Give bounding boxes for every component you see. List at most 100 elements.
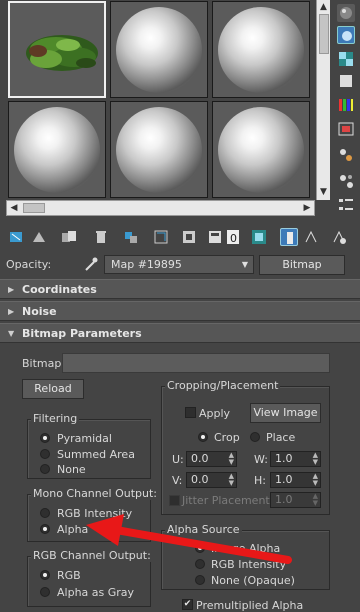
v-spinner[interactable]: 0.0 ▲ ▼ — [186, 472, 237, 488]
alpha-rgb-intensity-label: RGB Intensity — [211, 558, 287, 571]
radio-filter-none[interactable] — [40, 464, 50, 474]
radio-rgb[interactable] — [40, 570, 50, 580]
radio-pyramidal[interactable] — [40, 433, 50, 443]
apply-label: Apply — [199, 407, 231, 420]
u-spinner[interactable]: 0.0 ▲ ▼ — [186, 451, 237, 467]
apply-checkbox[interactable] — [185, 407, 196, 418]
map-name-dropdown[interactable]: Map #19895 ▼ — [104, 255, 254, 274]
eyedropper-icon[interactable] — [82, 255, 100, 273]
spinner-arrows-icon: ▲ ▼ — [228, 451, 234, 466]
h-spinner[interactable]: 1.0 ▲ ▼ — [270, 472, 321, 488]
view-image-button[interactable]: View Image — [250, 403, 321, 423]
rollout-noise[interactable]: ▶ Noise — [0, 301, 360, 321]
scroll-right-icon[interactable]: ▶ — [300, 202, 314, 214]
expand-arrow-icon: ▶ — [8, 285, 15, 294]
side-toolbar — [332, 0, 360, 220]
radio-mono-rgb-intensity[interactable] — [40, 508, 50, 518]
collapse-arrow-icon: ▼ — [8, 329, 15, 338]
rgb-channel-title: RGB Channel Output: — [31, 549, 153, 562]
assign-material-icon[interactable] — [60, 228, 78, 246]
filter-none-label: None — [57, 463, 86, 476]
jitter-placement-checkbox[interactable] — [169, 495, 180, 506]
filtering-title: Filtering — [31, 412, 80, 425]
slots-horizontal-scrollbar[interactable]: ◀ ▶ — [6, 200, 315, 216]
pick-material-from-object-icon[interactable] — [330, 228, 348, 246]
background-icon[interactable] — [337, 50, 355, 68]
radio-crop[interactable] — [198, 432, 208, 442]
go-to-parent-icon[interactable] — [280, 228, 298, 246]
sphere-preview — [116, 107, 202, 193]
map-name-value: Map #19895 — [111, 258, 182, 271]
reload-button[interactable]: Reload — [22, 379, 84, 399]
show-map-in-viewport-icon[interactable] — [206, 228, 224, 246]
v-value: 0.0 — [191, 473, 209, 486]
options-icon[interactable] — [337, 146, 355, 164]
material-slot-6[interactable] — [212, 101, 310, 198]
material-slot-3[interactable] — [212, 1, 310, 98]
sample-type-icon[interactable] — [337, 4, 355, 22]
spinner-arrows-icon: ▲ ▼ — [228, 472, 234, 487]
u-value: 0.0 — [191, 452, 209, 465]
chevron-down-icon: ▼ — [241, 260, 248, 269]
make-preview-icon[interactable] — [337, 120, 355, 138]
reset-map-icon[interactable] — [92, 228, 110, 246]
bitmap-label: Bitmap: — [22, 357, 66, 370]
radio-none-opaque[interactable] — [195, 575, 205, 585]
make-unique-icon[interactable] — [122, 228, 140, 246]
opacity-label: Opacity: — [6, 258, 52, 271]
radio-mono-alpha[interactable] — [40, 524, 50, 534]
get-material-icon[interactable] — [8, 228, 26, 246]
scroll-left-icon[interactable]: ◀ — [7, 202, 21, 214]
video-color-check-icon[interactable] — [337, 96, 355, 114]
backlight-icon[interactable] — [337, 26, 355, 44]
bitmap-path-button[interactable] — [62, 353, 330, 373]
material-navigator-icon[interactable] — [337, 196, 355, 214]
radio-image-alpha[interactable] — [195, 543, 205, 553]
scroll-thumb[interactable] — [319, 14, 329, 54]
go-forward-to-sibling-icon[interactable] — [302, 228, 320, 246]
rollout-bitmap-parameters[interactable]: ▼ Bitmap Parameters — [0, 323, 360, 343]
radio-place[interactable] — [250, 432, 260, 442]
show-shaded-material-icon[interactable] — [250, 228, 268, 246]
uv-tiling-icon[interactable] — [337, 72, 355, 90]
alpha-source-title: Alpha Source — [165, 523, 242, 536]
mono-channel-title: Mono Channel Output: — [31, 487, 159, 500]
rgb-channel-output-group: RGB Channel Output: RGB Alpha as Gray — [27, 549, 153, 607]
scroll-thumb[interactable] — [23, 203, 45, 213]
sphere-preview — [218, 7, 304, 93]
radio-alpha-as-gray[interactable] — [40, 587, 50, 597]
premultiplied-alpha-checkbox[interactable]: ✔ — [182, 599, 193, 610]
summed-area-label: Summed Area — [57, 448, 135, 461]
mono-rgb-intensity-label: RGB Intensity — [57, 507, 133, 520]
crop-label: Crop — [214, 431, 240, 444]
v-label: V: — [172, 474, 183, 487]
spinner-arrows-icon: ▲ ▼ — [312, 492, 318, 507]
h-value: 1.0 — [275, 473, 293, 486]
material-id-channel-icon[interactable] — [180, 228, 198, 246]
radio-alpha-rgb-intensity[interactable] — [195, 559, 205, 569]
material-slot-4[interactable] — [8, 101, 106, 198]
scroll-down-icon[interactable]: ▼ — [317, 186, 330, 198]
slots-vertical-scrollbar[interactable]: ▲ ▼ — [316, 0, 330, 200]
premultiplied-alpha-label: Premultiplied Alpha — [196, 599, 304, 612]
material-slot-1[interactable] — [8, 1, 106, 98]
material-slot-5[interactable] — [110, 101, 208, 198]
cropping-title: Cropping/Placement — [165, 379, 281, 392]
show-end-result-icon[interactable]: 0 — [226, 228, 240, 246]
put-to-library-icon[interactable] — [152, 228, 170, 246]
radio-summed-area[interactable] — [40, 449, 50, 459]
select-by-material-icon[interactable] — [337, 172, 355, 190]
put-to-scene-icon[interactable] — [30, 228, 48, 246]
material-slot-2[interactable] — [110, 1, 208, 98]
expand-arrow-icon: ▶ — [8, 307, 15, 316]
mono-channel-output-group: Mono Channel Output: RGB Intensity Alpha — [27, 487, 159, 542]
w-spinner[interactable]: 1.0 ▲ ▼ — [270, 451, 321, 467]
rollout-coordinates[interactable]: ▶ Coordinates — [0, 279, 360, 299]
scroll-up-icon[interactable]: ▲ — [317, 1, 330, 13]
jitter-spinner[interactable]: 1.0 ▲ ▼ — [270, 492, 321, 508]
none-opaque-label: None (Opaque) — [211, 574, 295, 587]
opacity-row: Opacity: Map #19895 ▼ Bitmap — [0, 254, 360, 276]
spinner-arrows-icon: ▲ ▼ — [312, 451, 318, 466]
alpha-source-group: Alpha Source Image Alpha RGB Intensity N… — [161, 523, 330, 590]
map-type-button[interactable]: Bitmap — [259, 255, 345, 275]
